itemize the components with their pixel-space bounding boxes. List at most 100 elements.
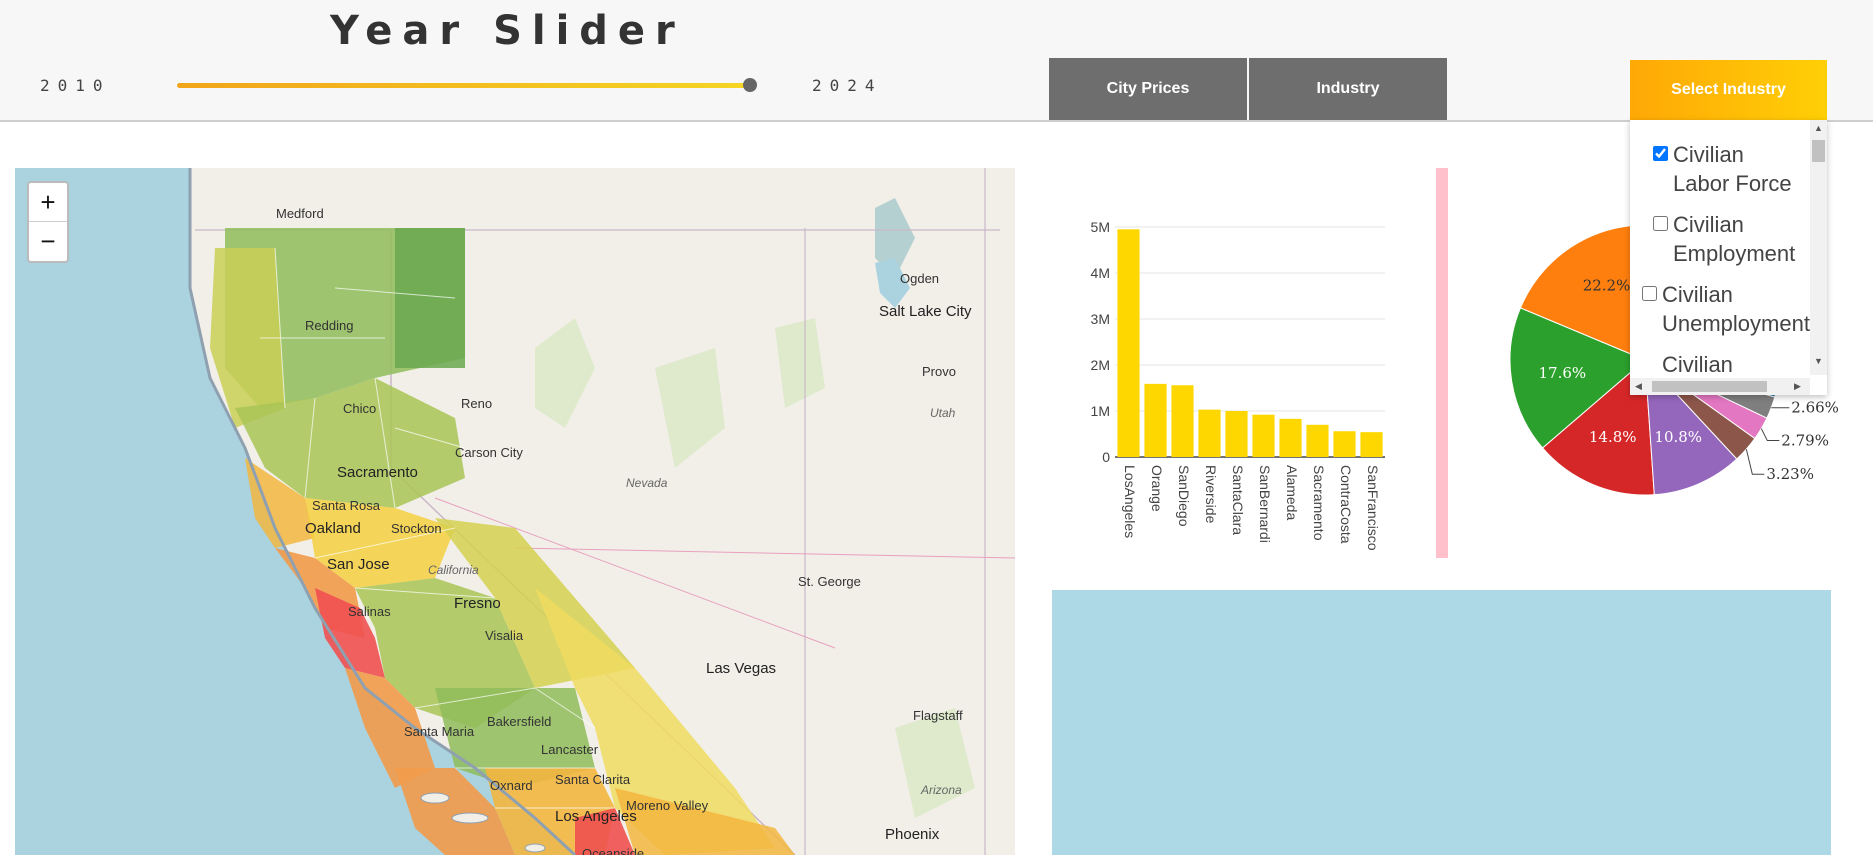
dropdown-option-employment[interactable]: Civilian Employment — [1653, 210, 1796, 268]
scroll-left-icon[interactable]: ◀ — [1635, 381, 1642, 392]
map-label-sacramento: Sacramento — [337, 464, 418, 481]
x-tick-label: SanFrancisco — [1365, 465, 1381, 551]
bar-sanfrancisco — [1360, 432, 1383, 457]
map-label-lancaster: Lancaster — [541, 742, 599, 757]
scroll-right-icon[interactable]: ▶ — [1794, 381, 1801, 392]
map-label-nevada: Nevada — [626, 476, 668, 490]
year-slider-track[interactable] — [177, 83, 750, 88]
map-label-stockton: Stockton — [391, 521, 442, 536]
map-label-carson-city: Carson City — [455, 445, 523, 460]
map-label-provo: Provo — [922, 364, 956, 379]
map-zoom-control: + − — [27, 181, 69, 263]
map-label-bakersfield: Bakersfield — [487, 714, 552, 729]
y-tick-label: 0 — [1102, 449, 1110, 465]
scroll-down-icon[interactable]: ▼ — [1814, 356, 1823, 366]
bar-orange — [1144, 383, 1167, 457]
map-label-salinas: Salinas — [348, 604, 391, 619]
california-choropleth-map[interactable]: + − Medford Ogden Salt Lake City Provo U… — [15, 168, 1015, 855]
map-label-moreno-valley: Moreno Valley — [626, 798, 709, 813]
y-tick-label: 4M — [1091, 265, 1110, 281]
bar-riverside — [1198, 409, 1221, 457]
unemployment-checkbox[interactable] — [1642, 286, 1657, 301]
map-base — [188, 168, 1015, 855]
map-label-redding: Redding — [305, 318, 354, 333]
bar-sanbernardi — [1252, 414, 1275, 457]
map-label-arizona: Arizona — [921, 783, 962, 797]
zoom-out-button[interactable]: − — [29, 222, 67, 260]
bar-santaclara — [1225, 411, 1248, 457]
dropdown-horizontal-scrollbar[interactable]: ◀ ▶ — [1630, 378, 1810, 395]
map-label-st-george: St. George — [798, 574, 861, 589]
option-line1: Civilian — [1673, 142, 1744, 167]
pie-slice-label: 14.8% — [1589, 428, 1637, 446]
pink-divider — [1436, 168, 1448, 558]
map-label-santa-clarita: Santa Clarita — [555, 772, 631, 787]
x-tick-label: SanBernardi — [1257, 465, 1273, 543]
option-line1: Civilian — [1673, 212, 1744, 237]
y-tick-label: 1M — [1091, 403, 1110, 419]
year-slider-handle[interactable] — [743, 78, 757, 92]
labor-force-checkbox[interactable] — [1653, 146, 1668, 161]
horizontal-scroll-thumb[interactable] — [1652, 381, 1767, 392]
map-label-los-angeles: Los Angeles — [555, 808, 637, 825]
industry-button[interactable]: Industry — [1249, 58, 1447, 120]
vertical-scroll-thumb[interactable] — [1812, 140, 1825, 162]
bar-sacramento — [1306, 424, 1329, 457]
x-tick-label: Sacramento — [1311, 465, 1327, 541]
map-label-las-vegas: Las Vegas — [706, 660, 777, 677]
x-tick-label: ContraCosta — [1338, 465, 1354, 544]
map-label-utah: Utah — [930, 406, 956, 420]
map-label-santa-rosa: Santa Rosa — [312, 498, 380, 513]
pie-slice-label: 2.66% — [1791, 399, 1839, 417]
scroll-up-icon[interactable]: ▲ — [1814, 123, 1823, 133]
map-label-phoenix: Phoenix — [885, 826, 940, 843]
map-label-salt-lake-city: Salt Lake City — [879, 303, 972, 320]
bar-sandiego — [1171, 385, 1194, 457]
x-tick-label: SanDiego — [1176, 465, 1192, 527]
option-line1: Civilian — [1662, 352, 1733, 377]
option-line2: Unemployment — [1662, 311, 1810, 336]
page-title: Year Slider — [330, 8, 685, 54]
option-line1: Civilian — [1662, 282, 1733, 307]
dropdown-option-labor-force[interactable]: Civilian Labor Force — [1653, 140, 1792, 198]
bar-contracosta — [1333, 431, 1356, 457]
map-label-santa-maria: Santa Maria — [404, 724, 475, 739]
option-line2: Employment — [1673, 241, 1796, 266]
y-tick-label: 2M — [1091, 357, 1110, 373]
dropdown-vertical-scrollbar[interactable]: ▲ ▼ — [1810, 120, 1827, 375]
pie-slice-label: 10.8% — [1654, 428, 1702, 446]
x-tick-label: Riverside — [1203, 465, 1219, 524]
map-label-san-jose: San Jose — [327, 556, 390, 573]
slider-max-label: 2024 — [812, 76, 883, 95]
map-label-oakland: Oakland — [305, 520, 361, 537]
map-label-ogden: Ogden — [900, 271, 940, 286]
map-label-flagstaff: Flagstaff — [913, 708, 963, 723]
map-label-reno: Reno — [461, 396, 493, 411]
map-label-medford: Medford — [276, 206, 324, 221]
pie-slice-label: 3.23% — [1766, 465, 1814, 483]
y-tick-label: 3M — [1091, 311, 1110, 327]
x-tick-label: Alameda — [1284, 465, 1300, 520]
industry-dropdown[interactable]: Civilian Labor Force Civilian Employment… — [1630, 120, 1827, 395]
map-label-oxnard: Oxnard — [490, 778, 533, 793]
map-label-chico: Chico — [343, 401, 377, 416]
select-industry-button[interactable]: Select Industry — [1630, 60, 1827, 120]
bar-losangeles — [1117, 229, 1140, 457]
map-label-fresno: Fresno — [454, 595, 501, 612]
map-label-visalia: Visalia — [485, 628, 524, 643]
map-label-california: California — [428, 563, 479, 577]
x-tick-label: Orange — [1149, 465, 1165, 512]
y-tick-label: 5M — [1091, 219, 1110, 235]
employment-checkbox[interactable] — [1653, 216, 1668, 231]
dropdown-option-unemployment[interactable]: Civilian Unemployment — [1642, 280, 1810, 338]
city-prices-button[interactable]: City Prices — [1049, 58, 1247, 120]
map-label-oceanside: Oceanside — [582, 846, 645, 855]
zoom-in-button[interactable]: + — [29, 183, 67, 222]
bar-alameda — [1279, 418, 1302, 457]
x-tick-label: LosAngeles — [1122, 465, 1138, 538]
pie-slice-label: 2.79% — [1781, 432, 1829, 450]
dropdown-option-civilian[interactable]: Civilian — [1662, 350, 1733, 379]
pie-slice-label: 22.2% — [1583, 277, 1631, 295]
slider-min-label: 2010 — [40, 76, 111, 95]
option-line2: Labor Force — [1673, 171, 1792, 196]
